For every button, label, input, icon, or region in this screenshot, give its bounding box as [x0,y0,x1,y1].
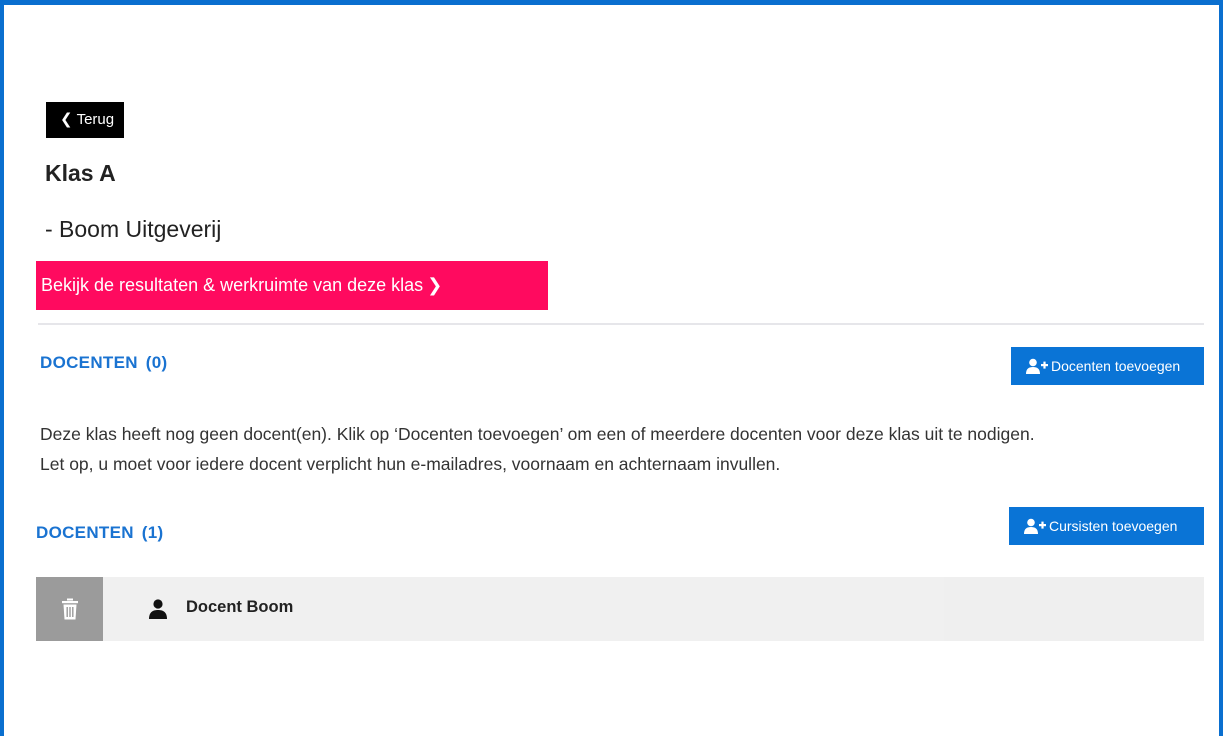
no-teachers-info: Deze klas heeft nog geen docent(en). Kli… [40,419,1035,479]
back-button-label: Terug [76,111,115,128]
trash-icon [61,598,78,620]
chevron-right-icon: ❯ [427,275,443,295]
members-heading: DOCENTEN (1) [36,523,163,543]
docenten-count: (0) [145,353,168,372]
add-teachers-label: Docenten toevoegen [1051,358,1181,374]
page-content: ❮ Terug Klas A - Boom Uitgeverij Bekijk … [8,10,1204,736]
add-user-icon [1026,358,1048,374]
docenten-heading: DOCENTEN (0) [40,353,167,373]
person-icon [149,599,167,619]
add-user-icon [1024,518,1046,534]
info-line-1: Deze klas heeft nog geen docent(en). Kli… [40,424,1035,444]
member-name[interactable]: Docent Boom [186,598,293,617]
row-background-segment [944,577,1204,641]
view-results-label: Bekijk de resultaten & werkruimte van de… [41,275,424,295]
view-results-button[interactable]: Bekijk de resultaten & werkruimte van de… [36,261,548,310]
add-teachers-button[interactable]: Docenten toevoegen [1011,347,1204,385]
add-students-button[interactable]: Cursisten toevoegen [1009,507,1204,545]
members-count: (1) [141,523,164,542]
publisher-name: - Boom Uitgeverij [45,216,222,242]
list-item: Docent Boom [36,577,1204,641]
chevron-left-icon: ❮ [60,111,73,128]
delete-member-button[interactable] [36,577,103,641]
window-frame: ❮ Terug Klas A - Boom Uitgeverij Bekijk … [0,0,1223,736]
add-students-label: Cursisten toevoegen [1049,518,1178,534]
members-heading-label: DOCENTEN [36,523,134,542]
page-title: Klas A [45,160,116,186]
section-divider [38,323,1204,325]
info-line-2: Let op, u moet voor iedere docent verpli… [40,454,781,474]
back-button[interactable]: ❮ Terug [46,102,125,138]
docenten-heading-label: DOCENTEN [40,353,138,372]
